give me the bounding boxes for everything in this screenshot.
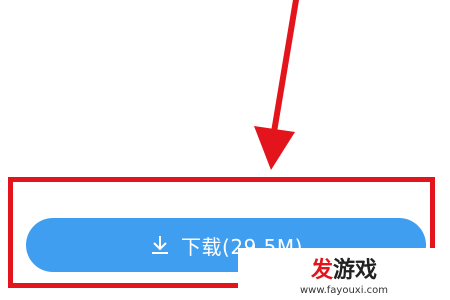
watermark-brand-accent: 发 xyxy=(310,258,333,283)
watermark-url: www.fayouxi.com xyxy=(299,285,389,296)
app-screen: 下载(29.5M) 发游戏 www.fayouxi.com xyxy=(0,0,450,300)
watermark-brand-rest: 游戏 xyxy=(333,258,378,283)
download-icon xyxy=(152,236,169,254)
watermark-brand: 发游戏 xyxy=(311,252,377,284)
watermark-logo: 发游戏 xyxy=(311,252,377,284)
watermark: 发游戏 www.fayouxi.com xyxy=(238,248,450,300)
